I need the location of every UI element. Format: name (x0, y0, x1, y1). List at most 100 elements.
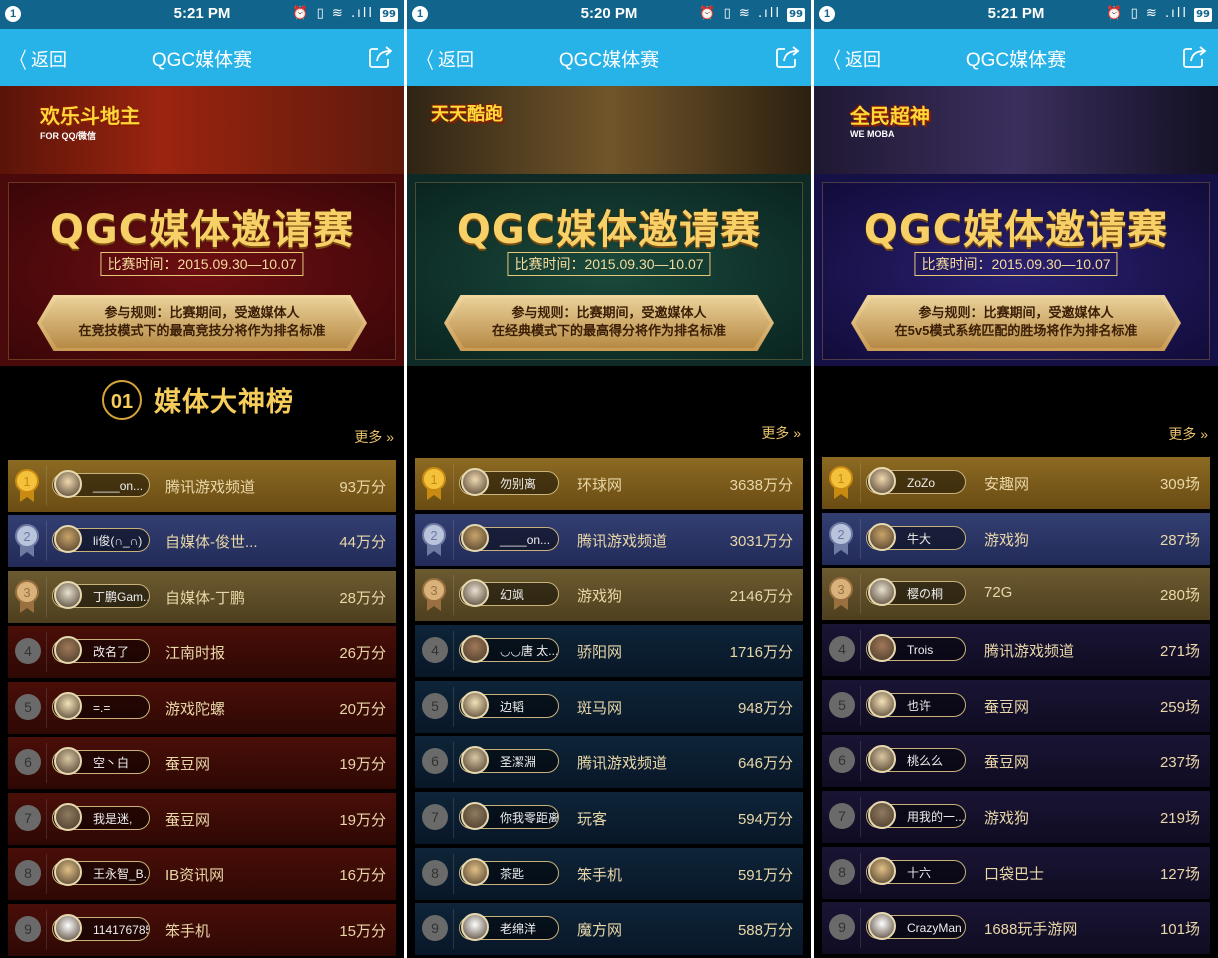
avatar[interactable] (461, 579, 489, 607)
avatar[interactable] (868, 801, 896, 829)
avatar[interactable] (868, 912, 896, 940)
avatar[interactable] (54, 692, 82, 720)
rule-line-1: 参与规则：比赛期间，受邀媒体人 (104, 305, 300, 320)
score: 646万分 (737, 755, 793, 772)
leaderboard-row[interactable]: 4 Trois 腾讯游戏频道 271场 (822, 624, 1210, 680)
media-name: IB资讯网 (165, 867, 225, 884)
row-divider (453, 798, 454, 838)
avatar[interactable] (868, 578, 896, 606)
invitation-frame: QGC媒体邀请赛 比赛时间：2015.09.30—10.07 参与规则：比赛期间… (822, 182, 1210, 360)
avatar[interactable] (868, 634, 896, 662)
leaderboard-row[interactable]: 5 也许 蚕豆网 259场 (822, 680, 1210, 736)
leaderboard-row[interactable]: 5 =.= 游戏陀螺 20万分 (8, 682, 396, 738)
avatar[interactable] (54, 914, 82, 942)
rule-plaque: 参与规则：比赛期间，受邀媒体人在竞技模式下的最高竞技分将作为排名标准 (37, 295, 367, 351)
avatar[interactable] (868, 745, 896, 773)
rank-badge: 9 (15, 916, 41, 942)
battery-icon: 99 (380, 8, 398, 22)
score: 219场 (1159, 810, 1200, 827)
status-bar: 1 5:20 PM ⏰ ▯ ≋ .ıll 99 (407, 0, 811, 29)
leaderboard-row[interactable]: 1 ZoZo 安趣网 309场 (822, 457, 1210, 513)
game-logo: 天天酷跑 (431, 100, 503, 126)
leaderboard-row[interactable]: 6 圣潔淵 腾讯游戏频道 646万分 (415, 736, 803, 792)
share-icon[interactable] (1182, 43, 1208, 69)
leaderboard-row[interactable]: 7 用我的一... 游戏狗 219场 (822, 791, 1210, 847)
leaderboard-row[interactable]: 8 王永智_B... IB资讯网 16万分 (8, 848, 396, 904)
leaderboard-row[interactable]: 4 改名了 江南时报 26万分 (8, 626, 396, 682)
leaderboard-row[interactable]: 2 li俊(∩_∩) 自媒体-俊世... 44万分 (8, 515, 396, 571)
avatar[interactable] (54, 581, 82, 609)
battery-icon: 99 (787, 8, 805, 22)
avatar[interactable] (54, 470, 82, 498)
avatar[interactable] (868, 467, 896, 495)
leaderboard-row[interactable]: 4 ◡◡唐 太... 骄阳网 1716万分 (415, 625, 803, 681)
leaderboard-row[interactable]: 1 ____on... 腾讯游戏频道 93万分 (8, 460, 396, 516)
leaderboard-row[interactable]: 1 勿别离 环球网 3638万分 (415, 458, 803, 514)
status-system-icons: ⏰ ▯ ≋ .ıll (699, 6, 781, 21)
avatar[interactable] (461, 913, 489, 941)
avatar[interactable] (54, 525, 82, 553)
leaderboard-row[interactable]: 6 桃么么 蚕豆网 237场 (822, 735, 1210, 791)
medal-rank: 3 (430, 583, 437, 598)
leaderboard-row[interactable]: 8 茶匙 笨手机 591万分 (415, 848, 803, 904)
avatar[interactable] (461, 635, 489, 663)
medal-icon: 2 (15, 524, 39, 557)
share-icon[interactable] (775, 43, 801, 69)
media-name: 自媒体-俊世... (165, 534, 258, 551)
game-logo-sub: FOR QQ/微信 (40, 131, 96, 141)
leaderboard-row[interactable]: 8 十六 口袋巴士 127场 (822, 847, 1210, 903)
game-logo-text: 欢乐斗地主 (40, 106, 140, 128)
medal-icon: 3 (422, 578, 446, 611)
rank-badge: 7 (422, 804, 448, 830)
leaderboard-row[interactable]: 3 幻飒 游戏狗 2146万分 (415, 569, 803, 625)
avatar[interactable] (461, 746, 489, 774)
leaderboard-row[interactable]: 2 牛大 游戏狗 287场 (822, 513, 1210, 569)
more-link[interactable]: 更多 » (1168, 424, 1208, 444)
leaderboard-row[interactable]: 7 我是迷, 蚕豆网 19万分 (8, 793, 396, 849)
avatar[interactable] (461, 524, 489, 552)
leaderboard-row[interactable]: 9 老绵洋 魔方网 588万分 (415, 903, 803, 958)
avatar[interactable] (54, 747, 82, 775)
leaderboard-row[interactable]: 3 樱の桐 72G 280场 (822, 568, 1210, 624)
avatar[interactable] (54, 858, 82, 886)
score: 948万分 (737, 700, 793, 717)
row-divider (46, 799, 47, 839)
invitation-title: QGC媒体邀请赛 (863, 207, 1169, 253)
leaderboard-row[interactable]: 9 CrazyMan 1688玩手游网 101场 (822, 902, 1210, 958)
media-name: 魔方网 (577, 922, 623, 939)
avatar[interactable] (868, 523, 896, 551)
leaderboard-row[interactable]: 7 你我零距离 玩客 594万分 (415, 792, 803, 848)
media-name: 安趣网 (984, 476, 1030, 493)
leaderboard-row[interactable]: 2 ____on... 腾讯游戏频道 3031万分 (415, 514, 803, 570)
row-divider (46, 743, 47, 783)
avatar[interactable] (461, 691, 489, 719)
score: 26万分 (339, 645, 386, 662)
avatar[interactable] (868, 857, 896, 885)
rank-badge: 5 (829, 692, 855, 718)
medal-icon: 2 (422, 523, 446, 556)
avatar[interactable] (461, 858, 489, 886)
rule-text: 参与规则：比赛期间，受邀媒体人 在5v5模式系统匹配的胜场将作为排名标准 (851, 304, 1181, 340)
row-divider (46, 910, 47, 950)
leaderboard-row[interactable]: 3 丁鹏Gam... 自媒体-丁鹏 28万分 (8, 571, 396, 627)
avatar[interactable] (461, 802, 489, 830)
leaderboard-row[interactable]: 6 空丶白 蚕豆网 19万分 (8, 737, 396, 793)
match-date: 比赛时间：2015.09.30—10.07 (100, 252, 304, 276)
more-link[interactable]: 更多 » (354, 427, 394, 447)
leaderboard-row[interactable]: 9 114176785 笨手机 15万分 (8, 904, 396, 958)
avatar[interactable] (868, 690, 896, 718)
media-name: 笨手机 (165, 923, 211, 940)
media-name: 口袋巴士 (984, 866, 1045, 883)
media-name: 蚕豆网 (984, 699, 1030, 716)
avatar[interactable] (54, 636, 82, 664)
score: 271场 (1159, 643, 1200, 660)
leaderboard-row[interactable]: 5 边韬 斑马网 948万分 (415, 681, 803, 737)
share-icon[interactable] (368, 43, 394, 69)
rule-line-2: 在竞技模式下的最高竞技分将作为排名标准 (78, 323, 326, 338)
more-link[interactable]: 更多 » (761, 423, 801, 443)
score: 3031万分 (729, 533, 793, 550)
avatar[interactable] (54, 803, 82, 831)
rank-badge: 4 (829, 636, 855, 662)
avatar[interactable] (461, 468, 489, 496)
media-name: 游戏狗 (984, 810, 1030, 827)
